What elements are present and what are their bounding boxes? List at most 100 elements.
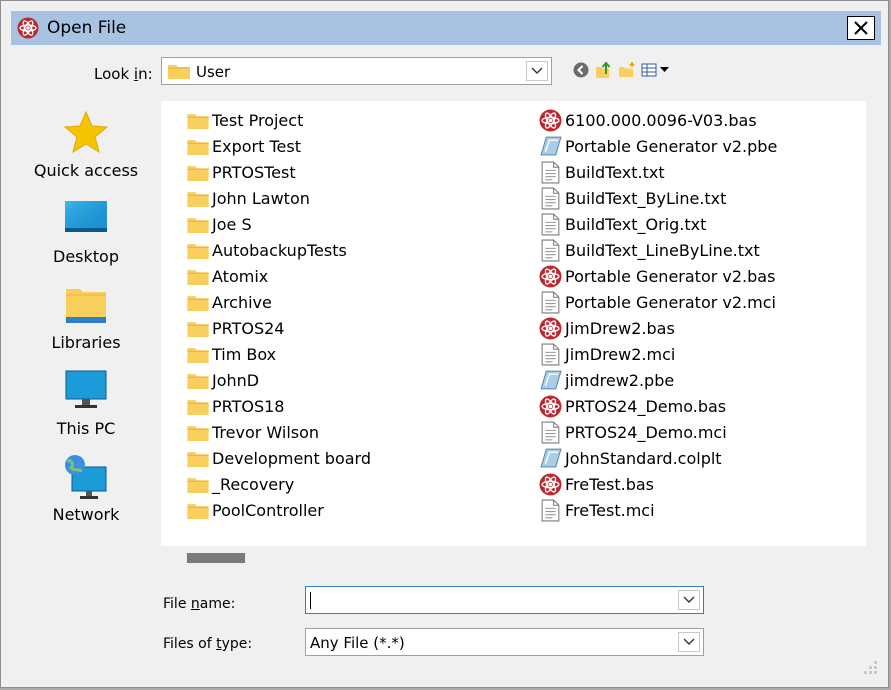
file-item[interactable]: PRTOS24_Demo.mci bbox=[539, 419, 777, 445]
file-item[interactable]: JohnStandard.colplt bbox=[539, 445, 777, 471]
folder-icon bbox=[187, 139, 209, 155]
folder-item-label: Archive bbox=[212, 292, 272, 312]
folder-column: Test Project Export Test PRTOSTest John Law… bbox=[187, 107, 371, 523]
file-item[interactable]: Portable Generator v2.bas bbox=[539, 263, 777, 289]
dialog-body: Look in: User Quick access Desktop Librari… bbox=[21, 55, 874, 656]
folder-item-label: Export Test bbox=[212, 136, 301, 156]
look-in-label: Look in: bbox=[94, 65, 153, 83]
file-list[interactable]: Test Project Export Test PRTOSTest John Law… bbox=[161, 101, 866, 546]
file-item[interactable]: BuildText_LineByLine.txt bbox=[539, 237, 777, 263]
file-item[interactable]: JimDrew2.bas bbox=[539, 315, 777, 341]
folder-item-label: _Recovery bbox=[212, 474, 295, 494]
place-label: This PC bbox=[56, 419, 116, 438]
close-button[interactable] bbox=[847, 16, 875, 40]
place-this-pc[interactable]: This PC bbox=[21, 367, 151, 438]
folder-icon bbox=[187, 503, 209, 519]
file-item[interactable]: BuildText_ByLine.txt bbox=[539, 185, 777, 211]
file-name-dropdown-button[interactable] bbox=[678, 590, 700, 610]
folder-item-label: John Lawton bbox=[212, 188, 310, 208]
file-item[interactable]: Portable Generator v2.mci bbox=[539, 289, 777, 315]
file-item-label: Portable Generator v2.mci bbox=[565, 292, 776, 312]
place-star[interactable]: Quick access bbox=[21, 109, 151, 180]
pbe-file-icon bbox=[540, 136, 562, 155]
folder-item[interactable]: PRTOS24 bbox=[187, 315, 371, 341]
folder-item[interactable]: Joe S bbox=[187, 211, 371, 237]
pbe-file-icon bbox=[540, 370, 562, 389]
folder-icon bbox=[187, 321, 209, 337]
folder-icon bbox=[187, 399, 209, 415]
file-item[interactable]: FreTest.mci bbox=[539, 497, 777, 523]
file-item[interactable]: Portable Generator v2.pbe bbox=[539, 133, 777, 159]
folder-item[interactable]: John Lawton bbox=[187, 185, 371, 211]
place-libraries[interactable]: Libraries bbox=[21, 281, 151, 352]
file-item-label: BuildText_LineByLine.txt bbox=[565, 240, 760, 260]
folder-item[interactable]: Test Project bbox=[187, 107, 371, 133]
close-icon bbox=[854, 21, 868, 35]
view-menu-icon[interactable] bbox=[641, 61, 671, 79]
folder-icon bbox=[168, 65, 190, 79]
place-label: Network bbox=[52, 505, 120, 524]
file-item[interactable]: jimdrew2.pbe bbox=[539, 367, 777, 393]
this-pc-icon bbox=[65, 370, 107, 408]
folder-item-label: JohnD bbox=[212, 370, 260, 390]
open-file-dialog: Open File Look in: User Quick access Desk… bbox=[0, 0, 889, 688]
look-in-combo[interactable]: User bbox=[161, 57, 552, 85]
file-item[interactable]: JimDrew2.mci bbox=[539, 341, 777, 367]
resize-grip-icon[interactable] bbox=[858, 657, 880, 679]
file-item[interactable]: PRTOS24_Demo.bas bbox=[539, 393, 777, 419]
folder-item[interactable]: PRTOS18 bbox=[187, 393, 371, 419]
folder-item[interactable]: PoolController bbox=[187, 497, 371, 523]
folder-item[interactable]: Development board bbox=[187, 445, 371, 471]
folder-item-label: AutobackupTests bbox=[212, 240, 347, 260]
title-bar[interactable]: Open File bbox=[11, 11, 881, 45]
file-item-label: JimDrew2.bas bbox=[565, 318, 675, 338]
folder-item[interactable]: _Recovery bbox=[187, 471, 371, 497]
file-item-label: PRTOS24_Demo.mci bbox=[565, 422, 727, 442]
folder-item-label: PRTOS18 bbox=[212, 396, 285, 416]
folder-item[interactable]: JohnD bbox=[187, 367, 371, 393]
bas-file-icon bbox=[539, 109, 562, 131]
folder-item-label: Test Project bbox=[212, 110, 304, 130]
place-desktop[interactable]: Desktop bbox=[21, 195, 151, 266]
folder-icon bbox=[187, 269, 209, 285]
folder-icon bbox=[187, 425, 209, 441]
file-type-value: Any File (*.*) bbox=[310, 634, 405, 652]
file-name-field[interactable] bbox=[305, 586, 704, 614]
file-item-label: BuildText_ByLine.txt bbox=[565, 188, 727, 208]
bas-file-icon bbox=[539, 317, 562, 339]
folder-item-label: Atomix bbox=[212, 266, 269, 286]
new-folder-icon[interactable] bbox=[618, 61, 636, 79]
document-icon bbox=[541, 161, 560, 183]
folder-item[interactable]: AutobackupTests bbox=[187, 237, 371, 263]
document-icon bbox=[541, 239, 560, 261]
folder-item-label: Trevor Wilson bbox=[212, 422, 320, 442]
look-in-value: User bbox=[196, 63, 231, 81]
bas-file-icon bbox=[539, 395, 562, 417]
pbe-file-icon bbox=[540, 448, 562, 467]
file-item-label: 6100.000.0096-V03.bas bbox=[565, 110, 757, 130]
file-item-label: FreTest.mci bbox=[565, 500, 655, 520]
folder-icon bbox=[187, 373, 209, 389]
folder-item[interactable]: PRTOSTest bbox=[187, 159, 371, 185]
file-item[interactable]: BuildText.txt bbox=[539, 159, 777, 185]
file-type-dropdown-button[interactable] bbox=[678, 632, 700, 652]
file-item[interactable]: BuildText_Orig.txt bbox=[539, 211, 777, 237]
place-network[interactable]: Network bbox=[21, 453, 151, 524]
text-caret bbox=[310, 592, 311, 609]
folder-item[interactable]: Tim Box bbox=[187, 341, 371, 367]
folder-item[interactable]: Archive bbox=[187, 289, 371, 315]
file-type-select[interactable]: Any File (*.*) bbox=[305, 628, 704, 656]
up-folder-icon[interactable] bbox=[595, 61, 613, 79]
folder-item[interactable]: Atomix bbox=[187, 263, 371, 289]
file-item[interactable]: 6100.000.0096-V03.bas bbox=[539, 107, 777, 133]
horizontal-scrollbar-thumb[interactable] bbox=[187, 553, 245, 563]
file-name-input[interactable] bbox=[314, 590, 678, 612]
document-icon bbox=[541, 187, 560, 209]
file-item[interactable]: FreTest.bas bbox=[539, 471, 777, 497]
back-icon[interactable] bbox=[572, 61, 590, 79]
look-in-dropdown-button[interactable] bbox=[526, 61, 548, 81]
folder-icon bbox=[187, 243, 209, 259]
folder-item[interactable]: Export Test bbox=[187, 133, 371, 159]
folder-item[interactable]: Trevor Wilson bbox=[187, 419, 371, 445]
folder-icon bbox=[187, 165, 209, 181]
